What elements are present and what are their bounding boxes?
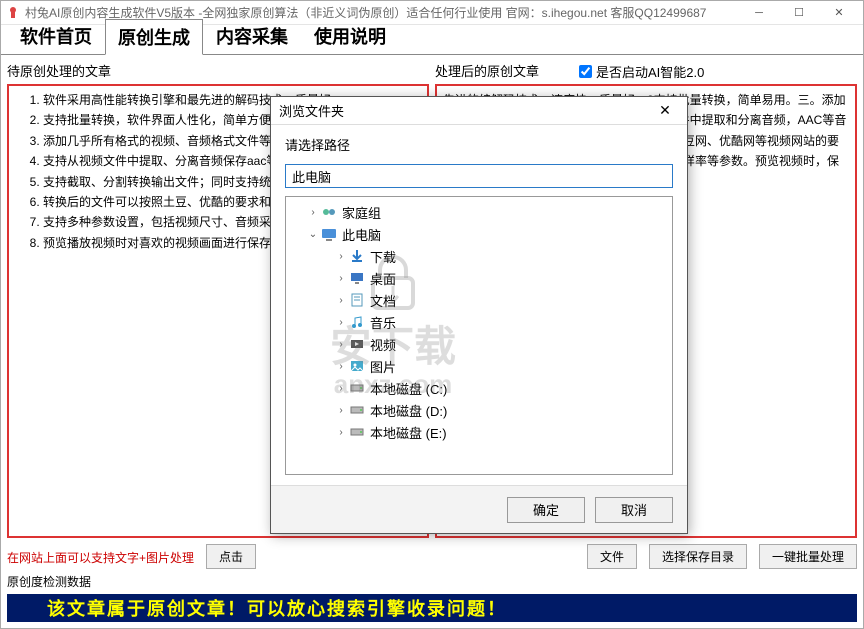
path-input[interactable] [285,164,673,188]
tree-node-label: 文档 [370,291,396,310]
ai-checkbox[interactable]: 是否启动AI智能2.0 [579,62,704,81]
tree-node-label: 本地磁盘 (D:) [370,401,447,420]
left-label: 待原创处理的文章 [7,61,429,80]
tree-node-label: 本地磁盘 (C:) [370,379,447,398]
expander-icon[interactable]: › [334,427,348,438]
download-icon [348,248,366,264]
expander-icon[interactable]: ⌄ [306,229,320,240]
browse-folder-dialog: 浏览文件夹 ✕ 请选择路径 › 家庭组 ⌄ 此电脑 › 下载 › 桌面 › 文档 › 音乐 › 视频 › 图片… [270,96,688,534]
pics-icon [348,358,366,374]
right-label: 处理后的原创文章 [435,61,539,80]
expander-icon[interactable]: › [334,339,348,350]
tree-node-label: 桌面 [370,269,396,288]
expander-icon[interactable]: › [306,207,320,218]
tree-node-label: 本地磁盘 (E:) [370,423,447,442]
close-button[interactable]: ✕ [819,2,859,24]
tree-node-label: 图片 [370,357,396,376]
homegroup-icon [320,204,338,220]
click-button[interactable]: 点击 [206,544,256,569]
file-button[interactable]: 文件 [587,544,637,569]
tree-node-video[interactable]: › 视频 [288,333,670,355]
batch-button[interactable]: 一键批量处理 [759,544,857,569]
expander-icon[interactable]: › [334,405,348,416]
maximize-button[interactable]: ☐ [779,2,819,24]
expander-icon[interactable]: › [334,361,348,372]
folder-tree[interactable]: › 家庭组 ⌄ 此电脑 › 下载 › 桌面 › 文档 › 音乐 › 视频 › 图片 › 本地磁盘 (C:) › 本地磁… [285,196,673,475]
tree-node-drive[interactable]: › 本地磁盘 (C:) [288,377,670,399]
dialog-titlebar: 浏览文件夹 ✕ [271,97,687,125]
tree-node-pc[interactable]: ⌄ 此电脑 [288,223,670,245]
tree-node-desktop[interactable]: › 桌面 [288,267,670,289]
tree-node-label: 视频 [370,335,396,354]
select-save-button[interactable]: 选择保存目录 [649,544,747,569]
expander-icon[interactable]: › [334,383,348,394]
dialog-prompt: 请选择路径 [285,135,673,154]
minimize-button[interactable]: ─ [739,2,779,24]
cancel-button[interactable]: 取消 [595,497,673,523]
desktop-icon [348,270,366,286]
tree-node-drive[interactable]: › 本地磁盘 (D:) [288,399,670,421]
drive-icon [348,402,366,418]
drive-icon [348,380,366,396]
dialog-title: 浏览文件夹 [279,101,651,120]
expander-icon[interactable]: › [334,251,348,262]
tree-node-label: 下载 [370,247,396,266]
docs-icon [348,292,366,308]
tree-node-label: 音乐 [370,313,396,332]
status-bar: 该文章属于原创文章！可以放心搜索引擎收录问题！ [7,594,857,622]
tab-home[interactable]: 软件首页 [7,18,105,54]
dialog-close-button[interactable]: ✕ [651,102,679,119]
tab-collect[interactable]: 内容采集 [203,18,301,54]
tree-node-docs[interactable]: › 文档 [288,289,670,311]
ai-checkbox-input[interactable] [579,65,592,78]
pc-icon [320,226,338,242]
tabs-row: 软件首页 原创生成 内容采集 使用说明 [1,25,863,55]
tree-node-download[interactable]: › 下载 [288,245,670,267]
music-icon [348,314,366,330]
status-label: 原创度检测数据 [7,573,857,590]
tree-node-drive[interactable]: › 本地磁盘 (E:) [288,421,670,443]
ok-button[interactable]: 确定 [507,497,585,523]
tab-generate[interactable]: 原创生成 [105,19,203,55]
drive-icon [348,424,366,440]
tree-node-label: 此电脑 [342,225,381,244]
status-text: 该文章属于原创文章！可以放心搜索引擎收录问题！ [47,595,507,621]
expander-icon[interactable]: › [334,273,348,284]
tab-help[interactable]: 使用说明 [301,18,399,54]
tree-node-homegroup[interactable]: › 家庭组 [288,201,670,223]
tree-node-pics[interactable]: › 图片 [288,355,670,377]
tree-node-music[interactable]: › 音乐 [288,311,670,333]
red-note: 在网站上面可以支持文字+图片处理 [7,549,194,566]
expander-icon[interactable]: › [334,317,348,328]
expander-icon[interactable]: › [334,295,348,306]
video-icon [348,336,366,352]
tree-node-label: 家庭组 [342,203,381,222]
